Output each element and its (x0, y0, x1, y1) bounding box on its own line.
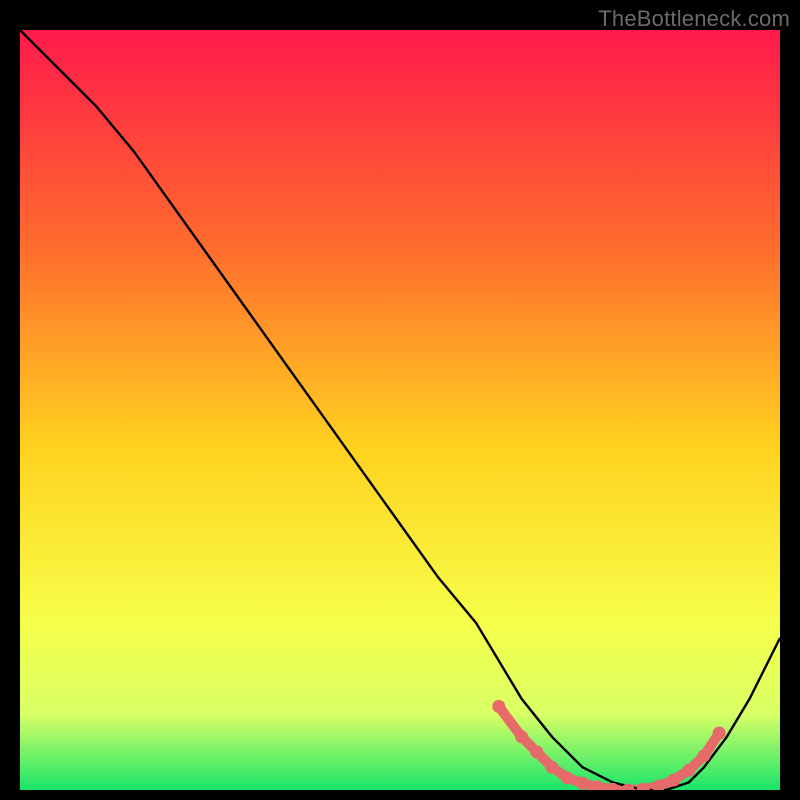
watermark-text: TheBottleneck.com (598, 6, 790, 32)
marker-dot (530, 746, 543, 759)
gradient-field (20, 30, 780, 790)
marker-dot (698, 749, 711, 762)
marker-dot (561, 771, 574, 784)
marker-dot (713, 727, 726, 740)
bottleneck-chart (20, 30, 780, 790)
chart-frame: TheBottleneck.com (0, 0, 800, 800)
marker-dot (546, 761, 559, 774)
marker-dot (492, 700, 505, 713)
marker-dot (667, 774, 680, 787)
marker-dot (682, 764, 695, 777)
marker-dot (515, 730, 528, 743)
marker-dot (576, 777, 589, 790)
